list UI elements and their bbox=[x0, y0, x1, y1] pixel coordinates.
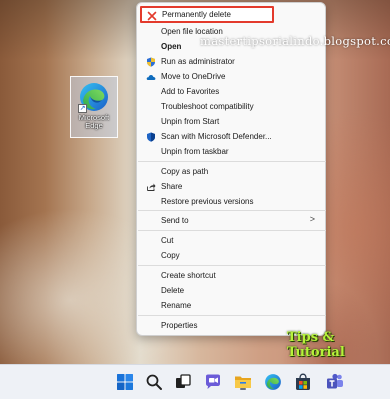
running-indicator bbox=[240, 388, 246, 390]
file-explorer-icon[interactable] bbox=[234, 373, 252, 391]
menu-item-label: Rename bbox=[161, 300, 192, 310]
menu-item-label: Permanently delete bbox=[162, 10, 231, 19]
menu-item-run-as-administrator[interactable]: Run as administrator bbox=[141, 54, 323, 68]
menu-item-label: Open bbox=[161, 41, 182, 51]
store-icon[interactable] bbox=[294, 373, 312, 391]
menu-item-delete[interactable]: Delete bbox=[141, 283, 323, 297]
menu-item-rename[interactable]: Rename bbox=[141, 298, 323, 312]
uac-shield-icon bbox=[145, 56, 156, 67]
menu-item-label: Copy as path bbox=[161, 166, 209, 176]
search-icon[interactable] bbox=[145, 373, 163, 391]
edge-icon[interactable] bbox=[264, 373, 282, 391]
chat-icon[interactable] bbox=[204, 373, 222, 391]
shortcut-arrow-icon: ↗ bbox=[78, 104, 87, 113]
menu-item-troubleshoot-compatibility[interactable]: Troubleshoot compatibility bbox=[141, 99, 323, 113]
menu-item-copy-as-path[interactable]: Copy as path bbox=[141, 164, 323, 178]
menu-item-label: Copy bbox=[161, 250, 180, 260]
shortcut-label-line2: Edge bbox=[85, 121, 103, 130]
menu-item-unpin-from-start[interactable]: Unpin from Start bbox=[141, 114, 323, 128]
menu-item-scan-with-defender[interactable]: Scan with Microsoft Defender... bbox=[141, 129, 323, 143]
edge-icon: ↗ bbox=[78, 81, 110, 113]
menu-item-create-shortcut[interactable]: Create shortcut bbox=[141, 268, 323, 282]
menu-item-label: Share bbox=[161, 181, 183, 191]
menu-item-label: Add to Favorites bbox=[161, 86, 220, 96]
desktop-shortcut-edge[interactable]: ↗ Microsoft Edge bbox=[70, 76, 118, 138]
menu-separator bbox=[138, 315, 326, 316]
task-view-icon[interactable] bbox=[174, 373, 192, 391]
windows-start-icon[interactable] bbox=[116, 373, 134, 391]
menu-item-label: Send to bbox=[161, 215, 189, 225]
menu-item-label: Cut bbox=[161, 235, 174, 245]
menu-item-add-to-favorites[interactable]: Add to Favorites bbox=[141, 84, 323, 98]
onedrive-cloud-icon bbox=[145, 71, 156, 82]
menu-separator bbox=[138, 210, 326, 211]
menu-item-cut[interactable]: Cut bbox=[141, 233, 323, 247]
defender-shield-icon bbox=[145, 131, 156, 142]
menu-item-unpin-from-taskbar[interactable]: Unpin from taskbar bbox=[141, 144, 323, 158]
menu-item-copy[interactable]: Copy bbox=[141, 248, 323, 262]
menu-item-label: Scan with Microsoft Defender... bbox=[161, 131, 272, 141]
menu-item-label: Run as administrator bbox=[161, 56, 235, 66]
menu-item-label: Unpin from Start bbox=[161, 116, 220, 126]
menu-item-label: Move to OneDrive bbox=[161, 71, 226, 81]
desktop-shortcut-label: Microsoft Edge bbox=[79, 114, 109, 130]
menu-separator bbox=[138, 265, 326, 266]
menu-item-permanently-delete[interactable]: Permanently delete bbox=[140, 6, 274, 23]
menu-item-send-to[interactable]: Send to > bbox=[141, 213, 323, 227]
menu-item-restore-previous-versions[interactable]: Restore previous versions bbox=[141, 194, 323, 208]
menu-item-label: Properties bbox=[161, 320, 198, 330]
menu-separator bbox=[138, 161, 326, 162]
context-menu: Permanently delete Open file location Op… bbox=[136, 2, 326, 336]
menu-item-label: Restore previous versions bbox=[161, 196, 254, 206]
x-delete-icon bbox=[146, 10, 157, 21]
menu-item-share[interactable]: Share bbox=[141, 179, 323, 193]
taskbar bbox=[0, 364, 390, 399]
menu-item-move-to-onedrive[interactable]: Move to OneDrive bbox=[141, 69, 323, 83]
share-icon bbox=[145, 181, 156, 192]
menu-separator bbox=[138, 230, 326, 231]
teams-icon[interactable] bbox=[326, 373, 344, 391]
tips-tutorial-logo: Tips & Tutorial bbox=[287, 330, 345, 360]
chevron-right-icon: > bbox=[309, 214, 315, 224]
blog-watermark: mastertipsorialindo.blogspot.com bbox=[200, 34, 390, 48]
menu-item-label: Delete bbox=[161, 285, 185, 295]
menu-item-label: Create shortcut bbox=[161, 270, 216, 280]
menu-item-label: Troubleshoot compatibility bbox=[161, 101, 254, 111]
menu-item-label: Unpin from taskbar bbox=[161, 146, 229, 156]
